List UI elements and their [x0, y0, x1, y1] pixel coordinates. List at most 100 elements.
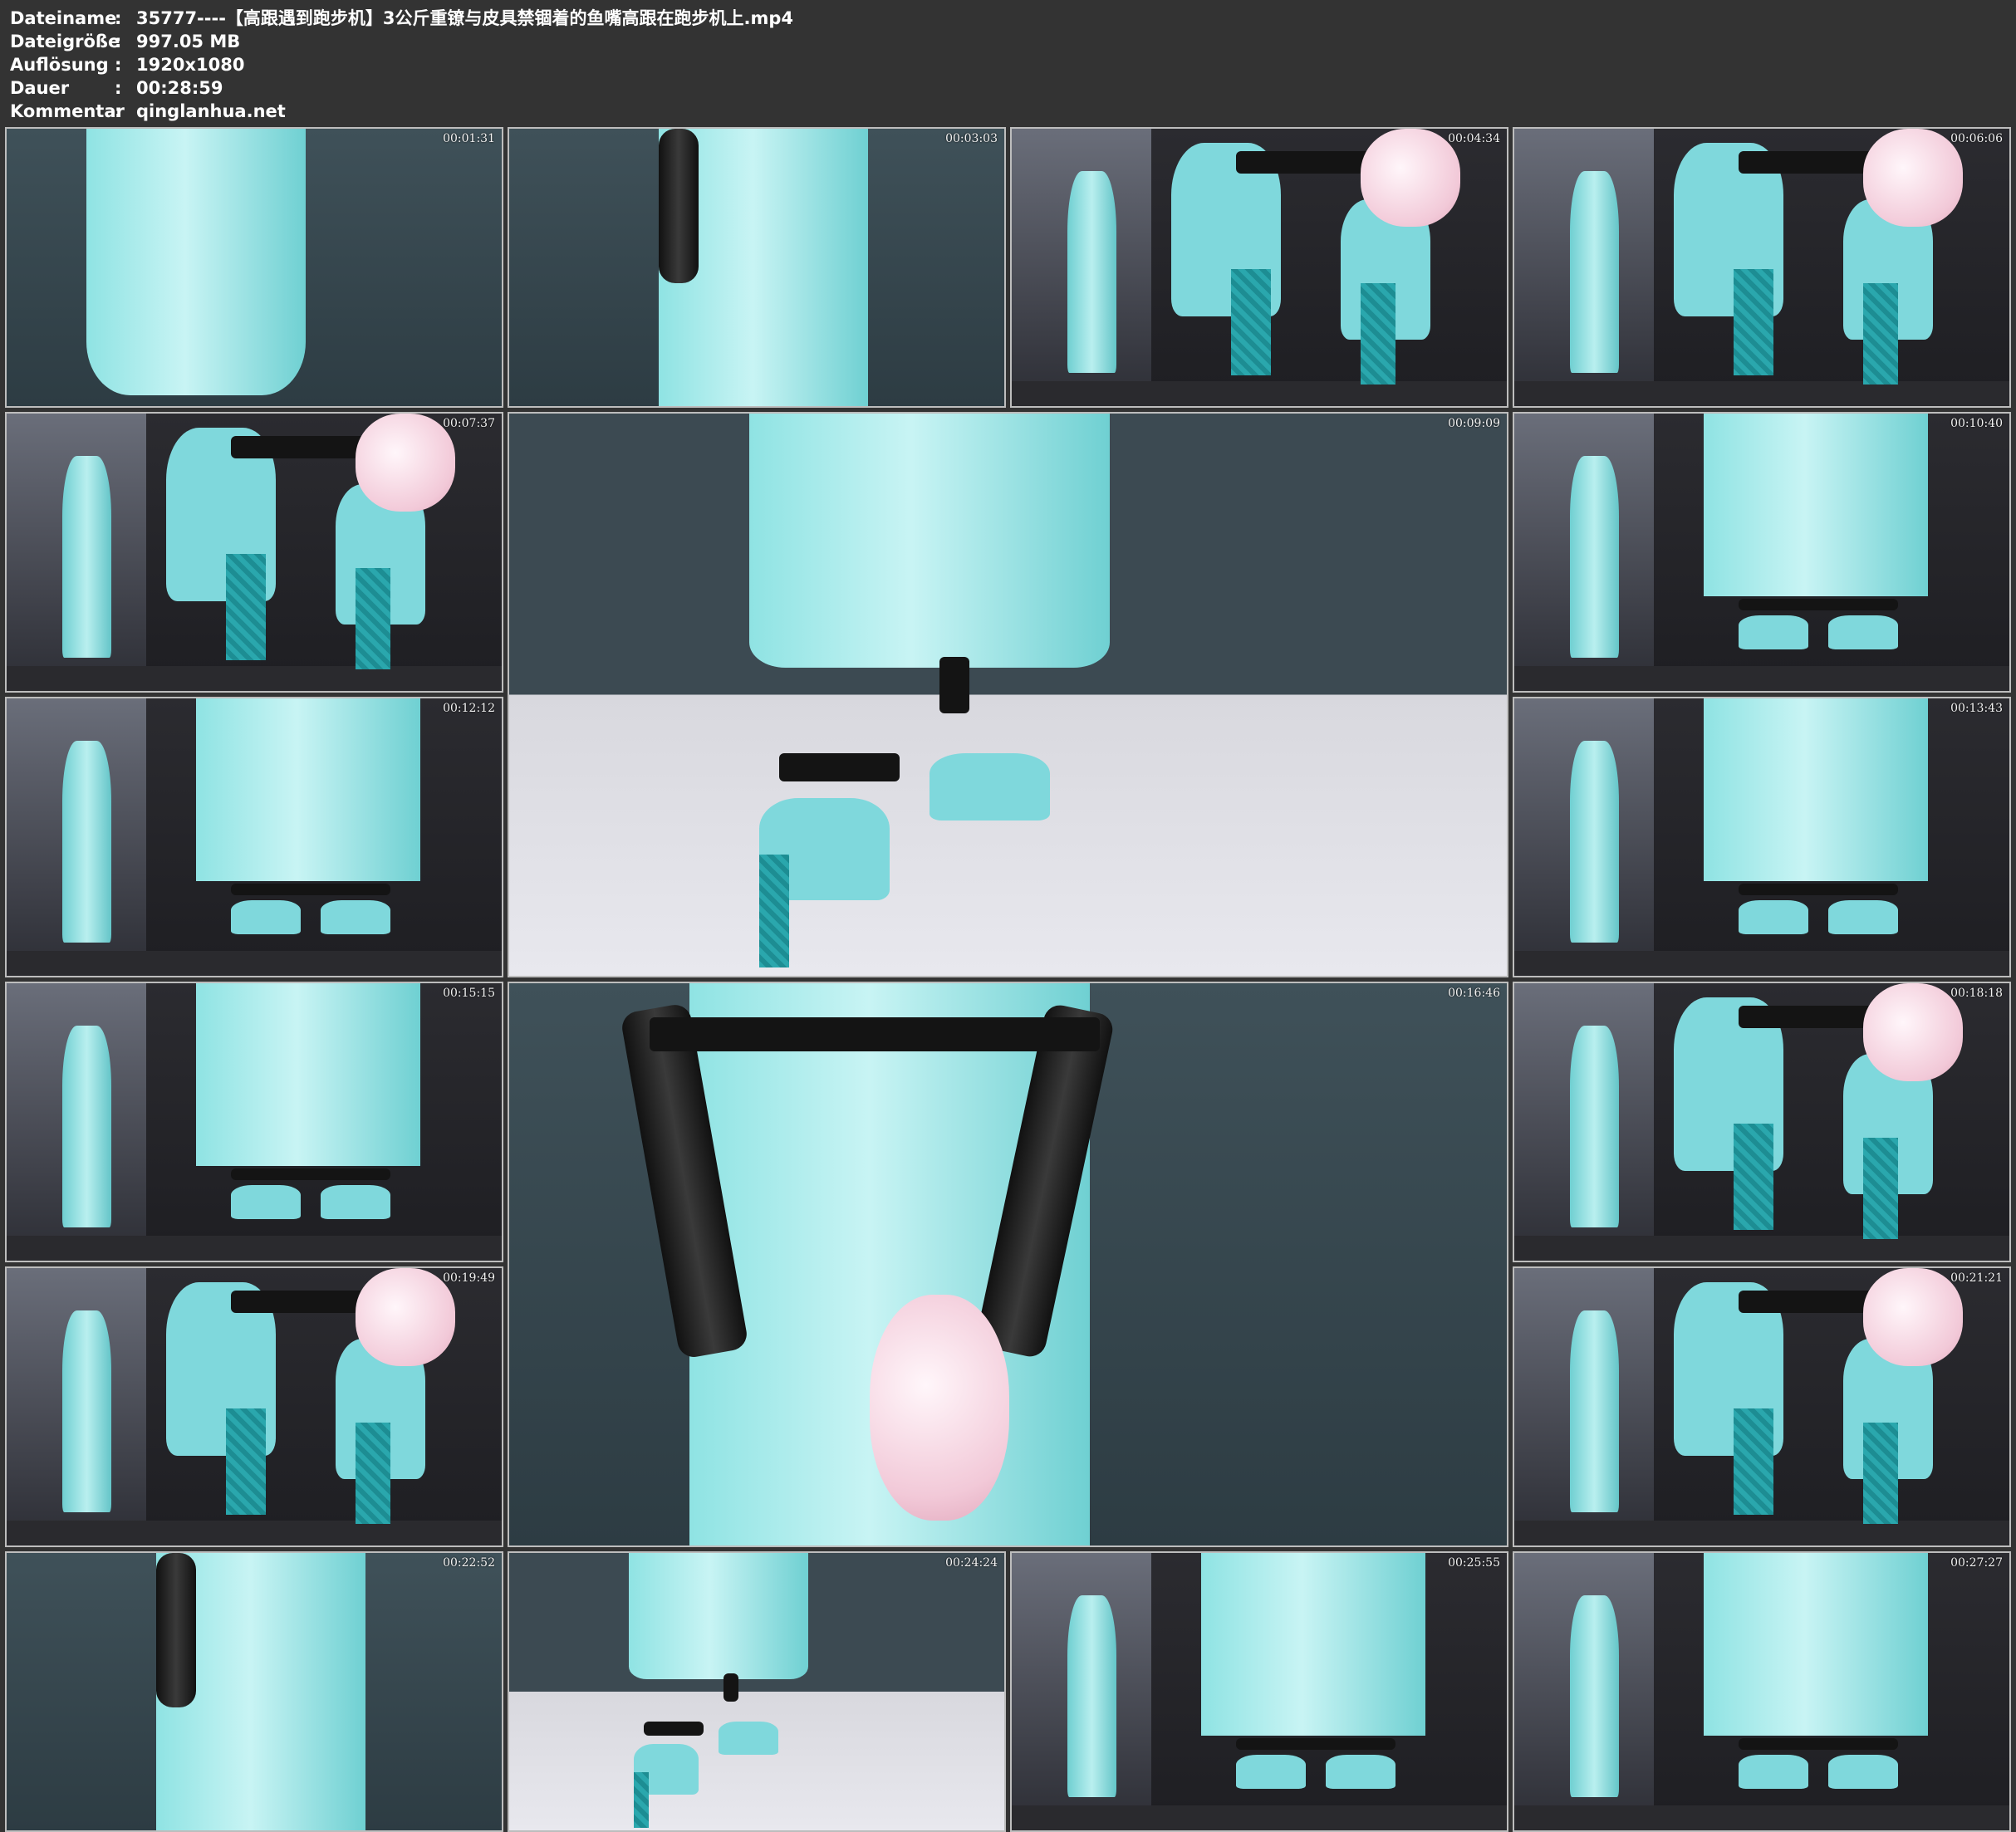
thumbnail-timestamp: 00:12:12 [443, 702, 495, 715]
video-thumbnail: 00:01:31 [5, 127, 503, 408]
dress-hem [629, 1553, 808, 1680]
ankle-cuff [1739, 599, 1898, 610]
fur-tail [1361, 129, 1460, 228]
treadmill-belt [7, 1236, 502, 1261]
standing-figure [62, 1310, 111, 1513]
thumbnail-timestamp: 00:22:52 [443, 1556, 495, 1570]
dress [1201, 1553, 1425, 1736]
ankle-cuff [644, 1721, 704, 1736]
shoe-heel [356, 1422, 390, 1524]
thumbnail-timestamp: 00:01:31 [443, 132, 495, 145]
ankle-cuff [1739, 884, 1898, 895]
fur-tail [1863, 983, 1963, 1082]
shoe-heel [1231, 269, 1271, 376]
fur-tail [1863, 129, 1963, 228]
video-thumbnail: 00:22:52 [5, 1551, 503, 1832]
thumbnail-timestamp: 00:06:06 [1950, 132, 2003, 145]
standing-figure [1570, 1025, 1619, 1228]
standing-figure [1570, 1594, 1619, 1798]
video-thumbnail: 00:12:12 [5, 697, 503, 977]
video-thumbnail: 00:04:34 [1010, 127, 1508, 408]
treadmill-belt [1012, 381, 1507, 406]
gloved-arm [659, 129, 699, 283]
ankle-cuff [724, 1673, 738, 1702]
thumbnail-timestamp: 00:03:03 [945, 132, 998, 145]
fur-tail [1863, 1268, 1963, 1367]
treadmill-belt [7, 951, 502, 976]
shoe-heel [1361, 282, 1396, 385]
heel-shoe [231, 1185, 301, 1219]
heel-shoe [321, 1185, 390, 1219]
ankle-cuff [939, 656, 970, 713]
heel-shoe [1828, 1755, 1898, 1789]
standing-figure [1067, 170, 1116, 374]
thumbnail-timestamp: 00:04:34 [1448, 132, 1500, 145]
ankle-cuff [231, 1168, 390, 1180]
standing-figure [62, 455, 111, 659]
heel-shoe [1326, 1755, 1396, 1789]
gloved-arm [156, 1553, 196, 1707]
standing-figure [1570, 740, 1619, 943]
shoe-heel [356, 567, 390, 669]
heel-shoe [1828, 615, 1898, 649]
video-thumbnail: 00:21:21 [1513, 1266, 2011, 1547]
treadmill-belt [1514, 1805, 2009, 1830]
heel-shoe [1739, 900, 1808, 934]
heel-shoe [1828, 900, 1898, 934]
arm-strap [649, 1016, 1100, 1051]
treadmill-belt [1012, 1805, 1507, 1830]
heel-shoe [1739, 1755, 1808, 1789]
fur-tail [356, 1268, 455, 1367]
video-thumbnail: 00:25:55 [1010, 1551, 1508, 1832]
dress [196, 983, 420, 1166]
shoe-heel [1734, 1408, 1773, 1516]
dress [86, 129, 306, 396]
thumbnail-grid: 00:01:31 00:03:03 00:04:34 00:06:06 00:07:37… [0, 0, 2016, 1832]
video-thumbnail: 00:09:09 [508, 412, 1508, 977]
standing-figure [62, 1025, 111, 1228]
treadmill-belt [1514, 381, 2009, 406]
shoe-heel [1863, 1422, 1898, 1524]
ankle-cuff [779, 752, 900, 781]
heel-shoe [1739, 615, 1808, 649]
video-thumbnail: 00:03:03 [508, 127, 1006, 408]
shoe-heel [759, 855, 790, 968]
video-thumbnail: 00:16:46 [508, 982, 1508, 1547]
shoe-heel [634, 1771, 649, 1829]
thumbnail-timestamp: 00:27:27 [1950, 1556, 2003, 1570]
video-thumbnail: 00:18:18 [1513, 982, 2011, 1262]
thumbnail-timestamp: 00:21:21 [1950, 1271, 2003, 1285]
thumbnail-timestamp: 00:19:49 [443, 1271, 495, 1285]
fur-tail [356, 414, 455, 512]
thumbnail-timestamp: 00:25:55 [1448, 1556, 1500, 1570]
thumbnail-timestamp: 00:10:40 [1950, 417, 2003, 430]
standing-figure [1570, 455, 1619, 659]
standing-figure [1570, 1310, 1619, 1513]
standing-figure [62, 740, 111, 943]
dress [1704, 1553, 1928, 1736]
fur-tail [869, 1294, 1010, 1521]
heel-shoe [930, 752, 1050, 821]
thumbnail-timestamp: 00:24:24 [945, 1556, 998, 1570]
ankle-cuff [231, 884, 390, 895]
shoe-heel [1734, 1124, 1773, 1231]
dress-hem [749, 414, 1110, 669]
video-thumbnail: 00:24:24 [508, 1551, 1006, 1832]
thumbnail-timestamp: 00:16:46 [1448, 987, 1500, 1000]
treadmill-belt [1514, 951, 2009, 976]
video-thumbnail: 00:06:06 [1513, 127, 2011, 408]
treadmill-belt [1514, 1521, 2009, 1545]
shoe-heel [1734, 269, 1773, 376]
thumbnail-timestamp: 00:13:43 [1950, 702, 2003, 715]
video-thumbnail: 00:27:27 [1513, 1551, 2011, 1832]
heel-shoe [231, 900, 301, 934]
standing-figure [1067, 1594, 1116, 1798]
shoe-heel [1863, 1137, 1898, 1239]
treadmill-belt [1514, 666, 2009, 691]
dress [1704, 698, 1928, 881]
heel-shoe [321, 900, 390, 934]
thumbnail-timestamp: 00:09:09 [1448, 417, 1500, 430]
dress [1704, 414, 1928, 596]
thumbnail-timestamp: 00:18:18 [1950, 987, 2003, 1000]
treadmill-belt [7, 1521, 502, 1545]
